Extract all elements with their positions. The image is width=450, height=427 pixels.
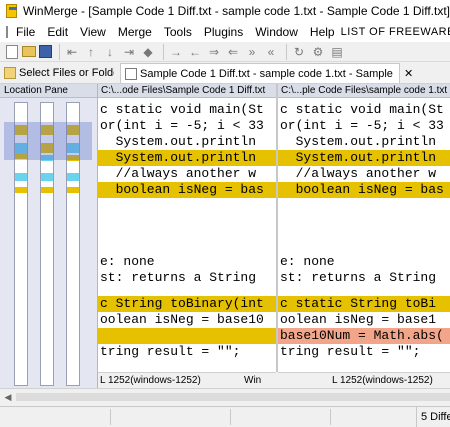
left-encoding: L 1252(windows-1252) [100, 375, 201, 386]
location-pane: Location Pane [0, 84, 98, 388]
menu-edit[interactable]: Edit [41, 25, 74, 39]
left-eol: Win [244, 375, 262, 386]
toolbar: ⇤ ↑ ↓ ⇥ ◆ → ← ⇒ ⇐ » « ↻ ⚙ ▤ [0, 42, 450, 62]
moved-marker [41, 173, 53, 181]
close-tab-icon[interactable]: ✕ [400, 63, 417, 83]
left-pane-status: L 1252(windows-1252) Win [98, 372, 276, 388]
code-line: e: none [100, 254, 155, 269]
location-viewport-indicator[interactable] [4, 122, 92, 160]
status-separator [230, 409, 231, 425]
horizontal-scrollbar[interactable]: ◀ [0, 388, 450, 406]
status-separator [330, 409, 331, 425]
code-line-added: base10Num = Math.abs( [278, 328, 450, 344]
difference-count: 5 Differences [416, 407, 450, 427]
code-line: c static void main(St [100, 102, 264, 117]
moved-marker [67, 173, 79, 181]
refresh-icon[interactable]: ↻ [291, 44, 307, 60]
code-line-diff-blank [98, 328, 276, 344]
scroll-track[interactable] [16, 393, 450, 401]
menu-file[interactable]: File [10, 25, 41, 39]
prev-diff-icon[interactable]: ↑ [83, 44, 99, 60]
code-line: System.out.println [100, 134, 257, 149]
code-line: st: returns a String [280, 270, 437, 285]
first-diff-icon[interactable]: ⇤ [64, 44, 80, 60]
left-pane-path: C:\...ode Files\Sample Code 1 Diff.txt [98, 84, 276, 98]
code-line: //always another w [280, 166, 437, 181]
diff-marker [67, 187, 79, 193]
code-line: st: returns a String [100, 270, 257, 285]
menu-tools[interactable]: Tools [158, 25, 198, 39]
current-diff-icon[interactable]: ◆ [140, 44, 156, 60]
left-editor-pane[interactable]: c static void main(St or(int i = -5; i <… [98, 98, 276, 372]
code-line-diff: System.out.println [98, 150, 276, 166]
toolbar-separator [163, 43, 164, 60]
menu-view[interactable]: View [74, 25, 112, 39]
menu-plugins[interactable]: Plugins [198, 25, 249, 39]
copy-left-advance-icon[interactable]: ⇐ [225, 44, 241, 60]
new-file-icon[interactable] [6, 44, 18, 59]
copy-all-left-icon[interactable]: « [263, 44, 279, 60]
save-icon[interactable] [39, 45, 52, 58]
menu-help[interactable]: Help [304, 25, 341, 39]
tab-select-files-label: Select Files or Folders [19, 67, 114, 79]
code-line-diff: System.out.println [278, 150, 450, 166]
diff-pane-icon[interactable]: ▤ [329, 44, 345, 60]
tab-file-compare[interactable]: Sample Code 1 Diff.txt - sample code 1.t… [120, 63, 400, 83]
code-line: e: none [280, 254, 335, 269]
code-line: oolean isNeg = base1 [280, 312, 437, 327]
location-pane-body[interactable] [0, 98, 97, 388]
right-pane-status: L 1252(windows-1252) [278, 372, 450, 388]
toolbar-separator [286, 43, 287, 60]
copy-right-advance-icon[interactable]: ⇒ [206, 44, 222, 60]
code-line: or(int i = -5; i < 33 [100, 118, 264, 133]
scroll-left-icon[interactable]: ◀ [2, 391, 14, 403]
document-menu-icon[interactable] [6, 26, 8, 38]
copy-all-right-icon[interactable]: » [244, 44, 260, 60]
code-line-diff: boolean isNeg = bas [278, 182, 450, 198]
diff-marker [15, 187, 27, 193]
right-pane-path: C:\...ple Code Files\sample code 1.txt [278, 84, 450, 98]
code-line-diff: boolean isNeg = bas [98, 182, 276, 198]
code-line-diff: c String toBinary(int [98, 296, 276, 312]
tab-file-compare-label: Sample Code 1 Diff.txt - sample code 1.t… [140, 67, 395, 80]
moved-marker [15, 173, 27, 181]
tab-select-files[interactable]: Select Files or Folders [0, 63, 118, 83]
code-line: oolean isNeg = base10 [100, 312, 264, 327]
copy-right-icon[interactable]: → [168, 44, 184, 60]
code-line: c static void main(St [280, 102, 444, 117]
code-line: tring result = ""; [280, 344, 421, 359]
options-icon[interactable]: ⚙ [310, 44, 326, 60]
title-bar: WinMerge - [Sample Code 1 Diff.txt - sam… [0, 0, 450, 22]
copy-left-icon[interactable]: ← [187, 44, 203, 60]
menu-bar: File Edit View Merge Tools Plugins Windo… [0, 22, 450, 42]
right-encoding: L 1252(windows-1252) [332, 375, 433, 386]
last-diff-icon[interactable]: ⇥ [121, 44, 137, 60]
folder-icon [4, 67, 16, 79]
status-separator [110, 409, 111, 425]
winmerge-app-icon [6, 4, 17, 18]
diff-marker [41, 187, 53, 193]
code-line-diff: c static String toBi [278, 296, 450, 312]
open-folder-icon[interactable] [22, 46, 36, 57]
code-line: //always another w [100, 166, 257, 181]
code-line: or(int i = -5; i < 33 [280, 118, 444, 133]
brand-watermark: LIST OF FREEWARE [340, 26, 450, 38]
tab-bar: Select Files or Folders Sample Code 1 Di… [0, 62, 450, 84]
toolbar-separator [59, 43, 60, 60]
window-title: WinMerge - [Sample Code 1 Diff.txt - sam… [22, 4, 450, 18]
status-bar: 5 Differences [0, 406, 450, 427]
menu-window[interactable]: Window [249, 25, 304, 39]
file-compare-icon [125, 67, 137, 80]
next-diff-icon[interactable]: ↓ [102, 44, 118, 60]
code-line: System.out.println [280, 134, 437, 149]
location-pane-title: Location Pane [0, 84, 97, 98]
right-editor-pane[interactable]: c static void main(St or(int i = -5; i <… [278, 98, 450, 372]
code-line: tring result = ""; [100, 344, 241, 359]
menu-merge[interactable]: Merge [112, 25, 158, 39]
